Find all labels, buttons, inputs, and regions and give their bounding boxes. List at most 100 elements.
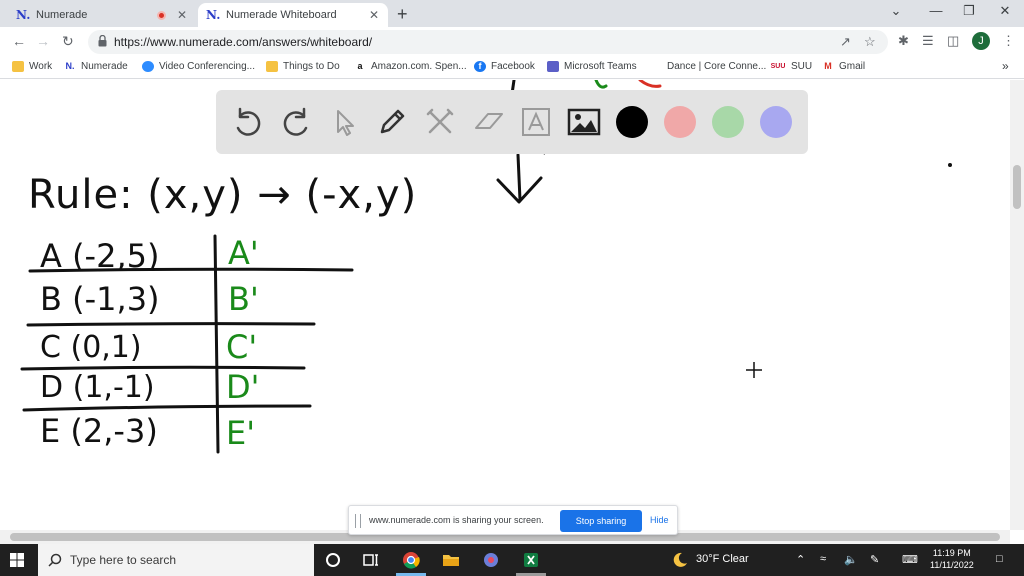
media-queue-icon[interactable]: ☰ bbox=[922, 33, 934, 49]
facebook-icon: f bbox=[474, 61, 486, 72]
weather-text[interactable]: 30°F Clear bbox=[696, 553, 749, 565]
task-view-icon[interactable] bbox=[362, 551, 380, 569]
browser-toolbar: ← → ↻ https://www.numerade.com/answers/w… bbox=[0, 27, 1024, 57]
taskbar: Type here to search 30°F Clear ⌃ ≈ 🔈 ✎ ⌨… bbox=[0, 544, 1024, 576]
bookmark-video-conferencing[interactable]: Video Conferencing... bbox=[142, 61, 255, 72]
side-panel-icon[interactable]: ◫ bbox=[947, 33, 959, 49]
forward-arrow-icon[interactable]: → bbox=[36, 33, 50, 49]
color-swatch-black[interactable] bbox=[616, 106, 648, 138]
taskbar-search-box[interactable]: Type here to search bbox=[38, 544, 314, 576]
bookmark-label: Dance | Core Conne... bbox=[667, 61, 767, 72]
tray-chevron-icon[interactable]: ⌃ bbox=[796, 553, 805, 566]
back-arrow-icon[interactable]: ← bbox=[12, 33, 26, 49]
bookmark-label: Gmail bbox=[839, 61, 866, 72]
gmail-icon: M bbox=[824, 61, 832, 71]
bookmark-dance-core[interactable]: Dance | Core Conne... bbox=[667, 61, 766, 72]
table-row-image: D' bbox=[226, 368, 260, 406]
redo-icon[interactable] bbox=[278, 104, 314, 140]
amazon-icon: a bbox=[357, 61, 363, 71]
hide-button[interactable]: Hide bbox=[650, 515, 669, 525]
tab-numerade-whiteboard[interactable]: N. Numerade Whiteboard ✕ bbox=[198, 3, 388, 27]
bookmark-microsoft-teams[interactable]: Microsoft Teams bbox=[547, 61, 637, 72]
vertical-scrollbar[interactable] bbox=[1010, 80, 1024, 530]
avatar[interactable]: J bbox=[972, 32, 990, 50]
tab-title: Numerade Whiteboard bbox=[226, 9, 337, 21]
bookmark-label: Things to Do bbox=[283, 61, 340, 72]
minimize-button[interactable]: — bbox=[921, 3, 951, 18]
teams-icon bbox=[547, 61, 559, 72]
color-swatch-purple[interactable] bbox=[760, 106, 792, 138]
screen-share-bar: www.numerade.com is sharing your screen.… bbox=[348, 505, 678, 535]
reload-icon[interactable]: ↻ bbox=[62, 33, 74, 50]
share-icon[interactable]: ↗ bbox=[840, 34, 851, 50]
bookmark-label: Facebook bbox=[491, 61, 535, 72]
windows-start-icon[interactable] bbox=[10, 553, 24, 567]
text-icon[interactable] bbox=[518, 104, 554, 140]
tab-numerade[interactable]: N. Numerade ✕ bbox=[8, 3, 196, 27]
window-close-button[interactable]: ✕ bbox=[990, 3, 1020, 19]
snipping-tool-icon[interactable] bbox=[482, 551, 500, 569]
bookmark-label: Video Conferencing... bbox=[159, 61, 255, 72]
bookmark-work[interactable]: Work bbox=[12, 61, 52, 72]
folder-icon bbox=[266, 61, 278, 72]
whiteboard-toolbar bbox=[216, 90, 808, 154]
whiteboard-canvas[interactable]: Rule: (x,y) → (-x,y) A (-2,5) A' B (-1,3… bbox=[0, 80, 1010, 530]
table-row-image: E' bbox=[226, 414, 256, 452]
color-swatch-green[interactable] bbox=[712, 106, 744, 138]
search-placeholder: Type here to search bbox=[70, 553, 177, 567]
pen-tray-icon[interactable]: ✎ bbox=[870, 553, 879, 566]
new-tab-button[interactable]: + bbox=[397, 4, 408, 25]
tab-search-chevron-icon[interactable]: ⌄ bbox=[881, 3, 911, 19]
tab-close-button[interactable]: ✕ bbox=[174, 8, 190, 22]
bookmark-amazon[interactable]: a Amazon.com. Spen... bbox=[354, 61, 467, 72]
search-icon bbox=[48, 553, 62, 567]
bookmark-numerade[interactable]: N. Numerade bbox=[64, 61, 128, 72]
image-icon[interactable] bbox=[566, 104, 602, 140]
drag-handle-icon[interactable] bbox=[355, 514, 361, 528]
eraser-icon[interactable] bbox=[470, 104, 506, 140]
address-bar[interactable]: https://www.numerade.com/answers/whitebo… bbox=[88, 30, 888, 54]
table-row-image: B' bbox=[228, 280, 259, 318]
scroll-thumb[interactable] bbox=[1013, 165, 1021, 209]
tab-strip: N. Numerade ✕ N. Numerade Whiteboard ✕ +… bbox=[0, 0, 1024, 27]
menu-kebab-icon[interactable]: ⋮ bbox=[1002, 33, 1015, 49]
bookmark-label: Work bbox=[29, 61, 53, 72]
table-row-point: B (-1,3) bbox=[40, 280, 160, 318]
undo-icon[interactable] bbox=[230, 104, 266, 140]
cortana-icon[interactable] bbox=[324, 551, 342, 569]
tab-close-button[interactable]: ✕ bbox=[366, 8, 382, 22]
bookmark-facebook[interactable]: f Facebook bbox=[474, 61, 535, 72]
file-explorer-icon[interactable] bbox=[442, 551, 460, 569]
suu-icon: SUU bbox=[770, 63, 786, 70]
bookmark-star-icon[interactable]: ☆ bbox=[864, 34, 876, 50]
restore-button[interactable]: ❐ bbox=[954, 3, 984, 19]
folder-icon bbox=[12, 61, 24, 72]
notification-icon[interactable]: □ bbox=[996, 553, 1003, 565]
clock-date: 11/11/2022 bbox=[930, 560, 974, 570]
bookmarks-overflow-button[interactable]: » bbox=[1002, 59, 1009, 73]
share-message: www.numerade.com is sharing your screen. bbox=[369, 515, 544, 525]
keyboard-icon[interactable]: ⌨ bbox=[902, 553, 918, 566]
extensions-puzzle-icon[interactable]: ✱ bbox=[898, 33, 909, 49]
network-icon[interactable]: ≈ bbox=[820, 553, 826, 565]
bookmark-label: Microsoft Teams bbox=[564, 61, 637, 72]
moon-weather-icon bbox=[673, 552, 687, 567]
chrome-icon[interactable] bbox=[402, 551, 420, 569]
bookmark-things-to-do[interactable]: Things to Do bbox=[266, 61, 340, 72]
volume-icon[interactable]: 🔈 bbox=[844, 553, 858, 566]
bookmarks-bar: Work N. Numerade Video Conferencing... T… bbox=[0, 57, 1024, 79]
excel-icon[interactable] bbox=[522, 551, 540, 569]
table-row-point: D (1,-1) bbox=[40, 370, 155, 405]
bookmark-gmail[interactable]: M Gmail bbox=[822, 61, 865, 72]
table-row-image: C' bbox=[226, 328, 258, 366]
pointer-icon[interactable] bbox=[326, 104, 362, 140]
tools-icon[interactable] bbox=[422, 104, 458, 140]
clock[interactable]: 11:19 PM 11/11/2022 bbox=[930, 547, 974, 571]
pen-icon[interactable] bbox=[374, 104, 410, 140]
stop-sharing-button[interactable]: Stop sharing bbox=[560, 510, 642, 532]
table-row-point: A (-2,5) bbox=[40, 237, 160, 275]
bookmark-label: SUU bbox=[791, 61, 813, 72]
bookmark-label: Amazon.com. Spen... bbox=[371, 61, 467, 72]
bookmark-suu[interactable]: SUU SUU bbox=[770, 61, 813, 72]
color-swatch-pink[interactable] bbox=[664, 106, 696, 138]
